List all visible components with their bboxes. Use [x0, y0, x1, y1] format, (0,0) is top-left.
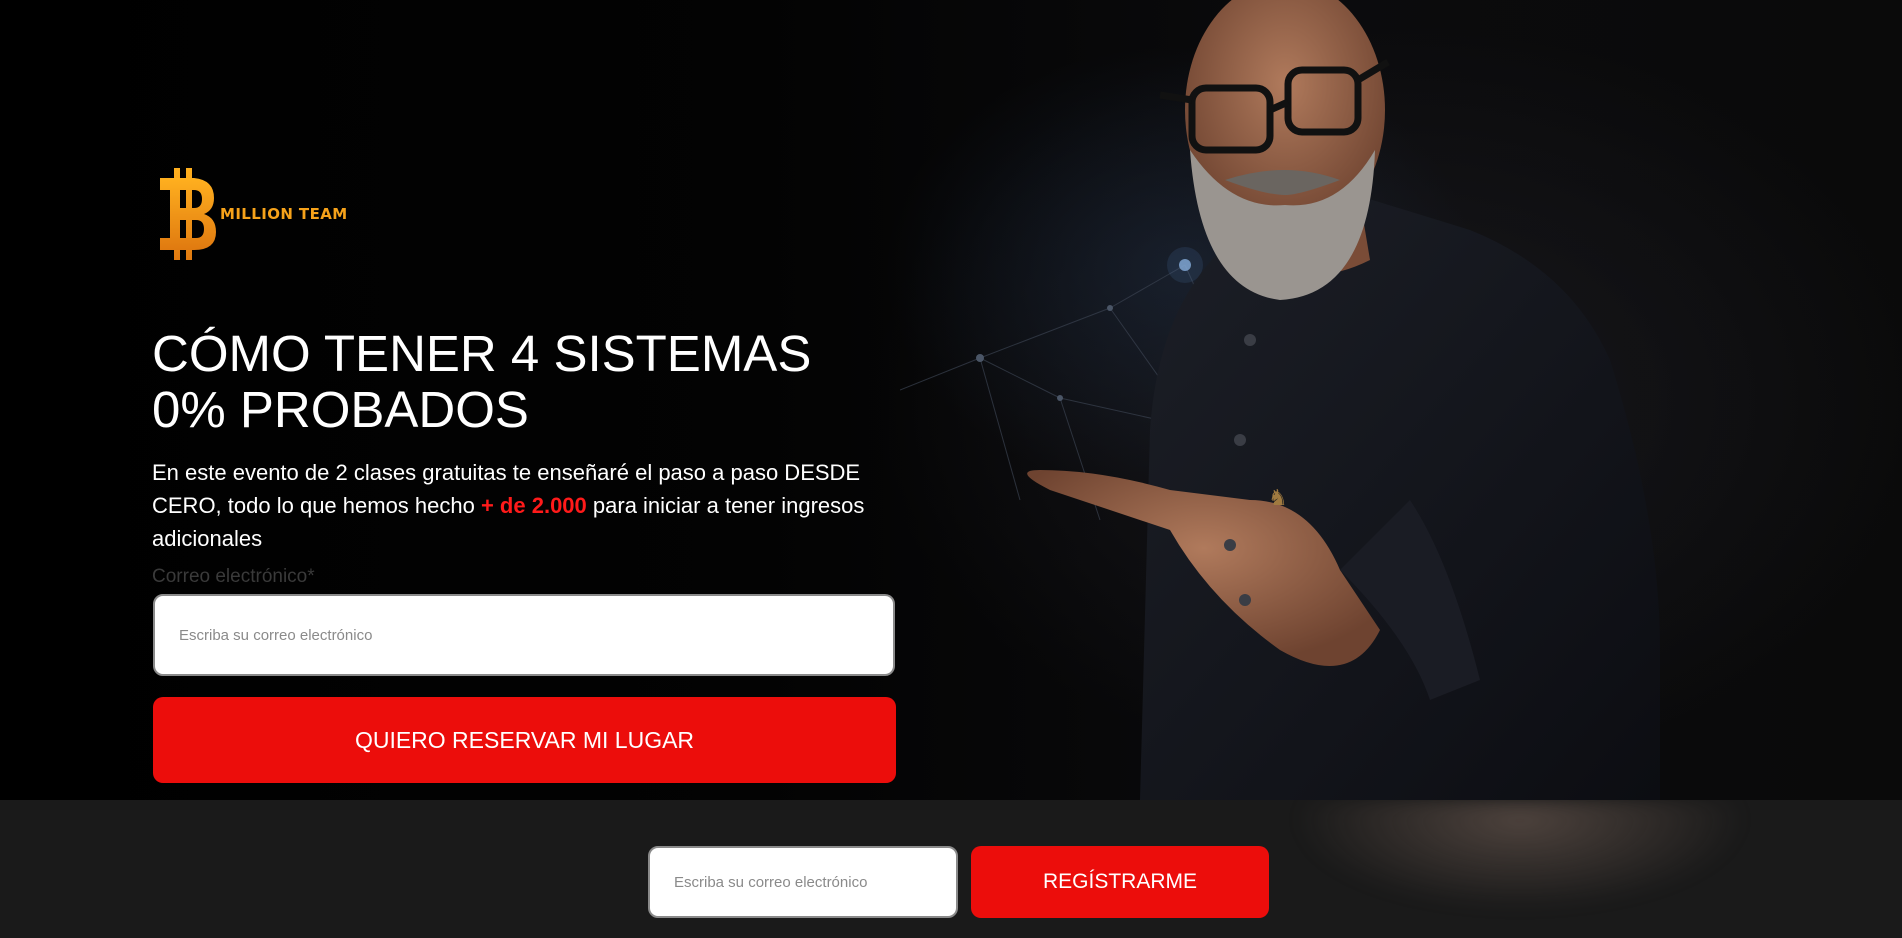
- headline-line-1: CÓMO TENER 4 SISTEMAS: [152, 325, 812, 382]
- brand-logo: MILLION TEAM: [160, 168, 348, 260]
- sticky-email-wrapper: [648, 846, 958, 918]
- hero-description: En este evento de 2 clases gratuitas te …: [152, 456, 892, 555]
- reserve-spot-button[interactable]: QUIERO RESERVAR MI LUGAR: [153, 697, 896, 783]
- brand-name: MILLION TEAM: [220, 205, 348, 223]
- email-field[interactable]: [155, 625, 893, 645]
- sticky-email-field[interactable]: [650, 872, 956, 892]
- description-highlight: + de 2.000: [480, 493, 587, 518]
- background-blur: [1220, 800, 1840, 938]
- bitcoin-b-logo-icon: [160, 168, 216, 260]
- hero-section: ♞ MILLION TEAM CÓMO TENER 4 SISTEMAS 0% …: [0, 0, 1902, 800]
- register-button[interactable]: REGÍSTRARME: [971, 846, 1269, 918]
- headline-line-2: 0% PROBADOS: [152, 381, 529, 438]
- presenter-photo: ♞: [1027, 0, 1660, 800]
- page-title: CÓMO TENER 4 SISTEMAS 0% PROBADOS: [152, 326, 912, 438]
- svg-text:♞: ♞: [1268, 486, 1288, 511]
- email-field-label: Correo electrónico*: [152, 566, 315, 587]
- email-field-wrapper: [153, 594, 895, 676]
